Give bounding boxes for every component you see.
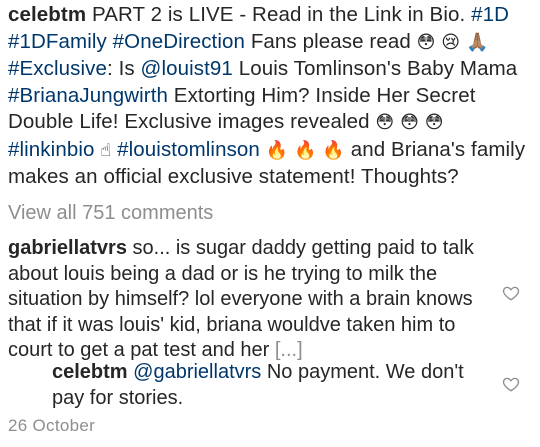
reply-author-username[interactable]: celebtm [52,361,128,383]
instagram-comments-panel: celebtm PART 2 is LIVE - Read in the Lin… [0,0,540,447]
view-all-comments-link[interactable]: View all 751 comments [8,202,213,225]
hashtag-louistomlinson[interactable]: #louistomlinson [117,138,260,161]
emoji-group-fire: 🔥 🔥 🔥 [265,139,345,161]
reply-like-heart-icon[interactable] [502,375,520,393]
hashtag-exclusive[interactable]: #Exclusive [8,57,107,80]
caption-text-4: Louis Tomlinson's Baby Mama [238,57,518,80]
reply-mention-gabriellatvrs[interactable]: @gabriellatvrs [133,361,261,383]
hashtag-brianajungwirth[interactable]: #BrianaJungwirth [8,84,168,107]
comment-author-username[interactable]: gabriellatvrs [8,237,127,259]
emoji-group-1: 😳 😢 🙏🏽 [416,31,489,53]
hashtag-linkinbio[interactable]: #linkinbio [8,138,94,161]
pointing-up-emoji: ☝ [100,139,112,161]
caption-text-1: PART 2 is LIVE - Read in the Link in Bio… [91,3,466,26]
comment-item: gabriellatvrs so... is sugar daddy getti… [8,236,488,364]
emoji-group-2: 😳 😳 😳 [375,112,444,133]
heart-outline-icon [502,286,520,301]
caption-text-2: Fans please read [250,29,411,53]
caption-text-3: : Is [107,57,135,80]
comment-more-link[interactable]: [...] [275,339,303,361]
hashtag-1dfamily[interactable]: #1DFamily [8,30,107,53]
mention-louist91[interactable]: @louist91 [141,57,233,80]
hashtag-onedirection[interactable]: #OneDirection [113,30,245,53]
post-date: 26 October [8,416,96,435]
post-author-username[interactable]: celebtm [8,3,86,26]
post-caption: celebtm PART 2 is LIVE - Read in the Lin… [8,2,534,191]
heart-outline-icon [502,377,520,392]
comment-like-heart-icon[interactable] [502,284,520,302]
reply-item: celebtm @gabriellatvrs No payment. We do… [52,360,492,411]
hashtag-1d[interactable]: #1D [471,3,509,26]
